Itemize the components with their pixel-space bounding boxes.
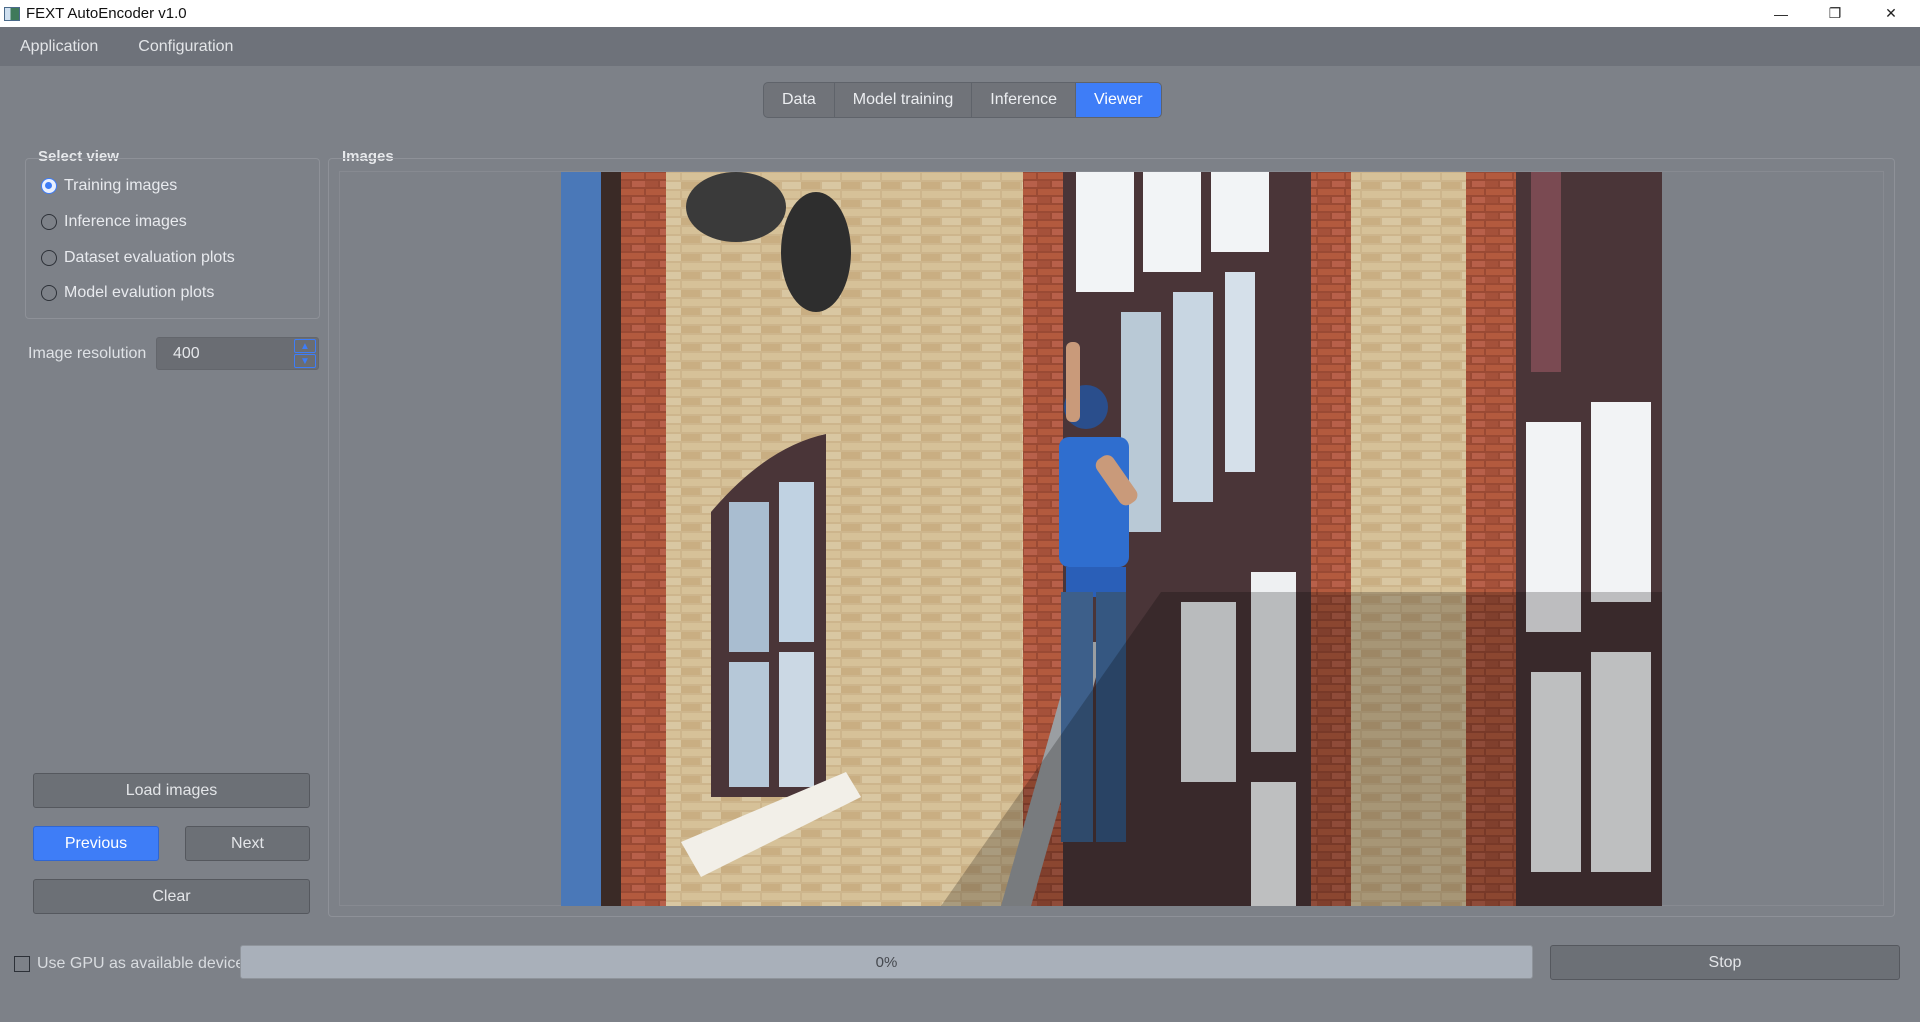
tab-data[interactable]: Data <box>764 83 835 117</box>
viewer-image <box>561 172 1662 906</box>
progress-text: 0% <box>875 953 898 971</box>
photo-window-cleaner <box>561 172 1662 906</box>
tab-bar: Data Model training Inference Viewer <box>763 82 1162 118</box>
clear-button[interactable]: Clear <box>33 879 310 914</box>
image-resolution-value[interactable]: 400 <box>173 345 200 363</box>
next-button[interactable]: Next <box>185 826 310 861</box>
window-title: FEXT AutoEncoder v1.0 <box>26 5 187 22</box>
use-gpu-checkbox[interactable]: Use GPU as available device <box>14 955 244 973</box>
spin-down-icon[interactable]: ▼ <box>294 354 316 368</box>
use-gpu-label: Use GPU as available device <box>37 955 245 972</box>
close-icon[interactable]: ✕ <box>1864 0 1918 27</box>
radio-inference-images[interactable]: Inference images <box>41 213 187 231</box>
radio-label: Inference images <box>64 213 187 230</box>
checkbox-icon[interactable] <box>14 956 30 972</box>
select-view-panel: Training images Inference images Dataset… <box>25 158 320 319</box>
title-bar: FEXT AutoEncoder v1.0 — ❐ ✕ <box>0 0 1920 27</box>
radio-icon[interactable] <box>41 250 57 266</box>
tab-inference[interactable]: Inference <box>972 83 1077 117</box>
radio-dataset-evaluation-plots[interactable]: Dataset evaluation plots <box>41 249 235 267</box>
radio-label: Training images <box>64 177 178 194</box>
radio-label: Model evalution plots <box>64 284 215 301</box>
stop-button[interactable]: Stop <box>1550 945 1900 980</box>
progress-bar: 0% <box>240 945 1533 979</box>
radio-training-images[interactable]: Training images <box>41 177 177 195</box>
spin-up-icon[interactable]: ▲ <box>294 339 316 353</box>
menu-application[interactable]: Application <box>0 38 118 56</box>
tab-model-training[interactable]: Model training <box>835 83 973 117</box>
restore-icon[interactable]: ❐ <box>1808 0 1862 27</box>
radio-checked-icon[interactable] <box>41 178 57 194</box>
radio-model-evaluation-plots[interactable]: Model evalution plots <box>41 284 214 302</box>
radio-icon[interactable] <box>41 285 57 301</box>
radio-label: Dataset evaluation plots <box>64 249 235 266</box>
load-images-button[interactable]: Load images <box>33 773 310 808</box>
tab-viewer[interactable]: Viewer <box>1076 83 1161 117</box>
minimize-icon[interactable]: — <box>1754 0 1808 27</box>
image-resolution-spinbox[interactable]: 400 ▲ ▼ <box>156 337 319 370</box>
image-resolution-label: Image resolution <box>28 345 147 362</box>
menu-bar: Application Configuration <box>0 27 1920 66</box>
app-icon <box>4 6 20 21</box>
radio-icon[interactable] <box>41 214 57 230</box>
menu-configuration[interactable]: Configuration <box>118 38 253 56</box>
previous-button[interactable]: Previous <box>33 826 159 861</box>
